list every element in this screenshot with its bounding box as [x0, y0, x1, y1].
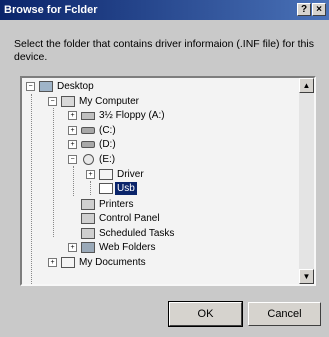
desktop-icon — [39, 81, 53, 92]
expand-icon[interactable]: + — [68, 243, 77, 252]
tree-item-label: 3½ Floppy (A:) — [99, 110, 165, 121]
tree-item-label: Desktop — [57, 81, 94, 92]
cancel-button[interactable]: Cancel — [248, 302, 321, 326]
tree-item-label: Web Folders — [99, 242, 156, 253]
expand-icon[interactable]: + — [68, 111, 77, 120]
hard-drive-icon — [81, 127, 95, 134]
expand-icon[interactable]: + — [86, 170, 95, 179]
collapse-icon[interactable]: − — [26, 82, 35, 91]
web-folders-icon — [81, 242, 95, 253]
instruction-text: Select the folder that contains driver i… — [14, 38, 314, 63]
floppy-drive-icon — [81, 112, 95, 120]
tree-item-label: (C:) — [99, 125, 116, 136]
tree-item-label: Scheduled Tasks — [99, 228, 175, 239]
my-documents-icon — [61, 257, 75, 268]
folder-tree[interactable]: − Desktop − My Computer + 3½ Floppy (A:)… — [20, 76, 316, 286]
tree-item-label: Driver — [117, 169, 144, 180]
tree-item-label: My Computer — [79, 96, 140, 107]
close-button[interactable]: × — [312, 3, 326, 16]
expand-icon[interactable]: + — [68, 140, 77, 149]
tree-item-label: (D:) — [99, 139, 116, 150]
collapse-icon[interactable]: − — [68, 155, 77, 164]
tree-item-label: My Documents — [79, 257, 146, 268]
scroll-up-button[interactable]: ▲ — [299, 78, 314, 93]
title-bar[interactable]: Browse for Fclder ? × — [0, 0, 329, 20]
printers-icon — [81, 199, 95, 210]
expand-icon[interactable]: + — [48, 258, 57, 267]
scroll-down-button[interactable]: ▼ — [299, 269, 314, 284]
collapse-icon[interactable]: − — [48, 97, 57, 106]
tree-item-label: Printers — [99, 199, 134, 210]
cd-drive-icon — [83, 154, 94, 165]
tree-item-label: (E:) — [99, 154, 116, 165]
folder-icon — [99, 169, 113, 180]
control-panel-icon — [81, 213, 95, 224]
tree-item-label-selected: Usb — [115, 182, 137, 195]
ok-button[interactable]: OK — [168, 301, 243, 327]
my-computer-icon — [61, 96, 75, 107]
window-title: Browse for Fclder — [4, 4, 98, 16]
scheduled-tasks-icon — [81, 228, 95, 239]
help-button[interactable]: ? — [297, 3, 311, 16]
expand-icon[interactable]: + — [68, 126, 77, 135]
tree-scrollbar[interactable]: ▲ ▼ — [299, 78, 314, 284]
tree-item-label: Control Panel — [99, 213, 160, 224]
open-folder-icon — [99, 183, 113, 194]
hard-drive-icon — [81, 141, 95, 148]
